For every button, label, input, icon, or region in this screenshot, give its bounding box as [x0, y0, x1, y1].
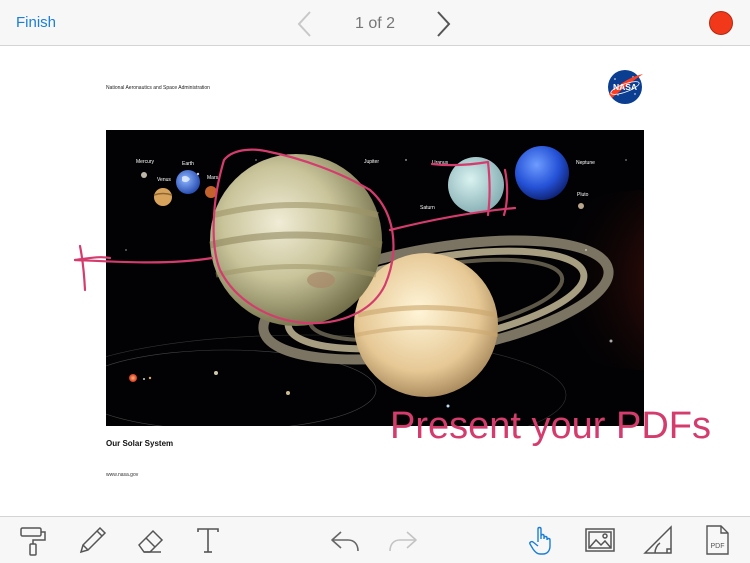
record-button[interactable]: [709, 11, 733, 35]
chevron-right-icon: [437, 11, 451, 37]
paint-roller-icon: [20, 527, 46, 556]
image-tool-button[interactable]: [583, 523, 617, 557]
nasa-logo-text: NASA: [613, 82, 637, 92]
pencil-icon: [79, 526, 107, 554]
undo-icon: [331, 531, 359, 552]
promo-text: Present your PDFs: [390, 405, 711, 447]
shape-icon: [643, 525, 672, 554]
label-mars: Mars: [207, 175, 219, 181]
text-tool-button[interactable]: [191, 523, 225, 557]
label-jupiter: Jupiter: [364, 159, 380, 165]
label-venus: Venus: [157, 177, 171, 183]
pointer-hand-icon: [529, 526, 551, 555]
nasa-logo: NASA: [608, 70, 643, 104]
figure-caption: Our Solar System: [106, 439, 174, 448]
bottom-toolbar: PDF: [0, 516, 750, 563]
agency-name: National Aeronautics and Space Administr…: [106, 85, 210, 91]
eraser-tool-button[interactable]: [133, 523, 167, 557]
shape-tool-button[interactable]: [641, 523, 675, 557]
label-earth: Earth: [182, 161, 194, 167]
next-page-button[interactable]: [433, 10, 455, 38]
page-indicator: 1 of 2: [354, 15, 396, 32]
pointer-tool-button[interactable]: [524, 523, 558, 557]
redo-button[interactable]: [386, 523, 420, 557]
label-uranus: Uranus: [432, 160, 449, 166]
text-icon: [197, 528, 219, 553]
eraser-icon: [138, 529, 164, 553]
website-text: www.nasa.gov: [106, 472, 139, 478]
pdf-icon-label: PDF: [711, 543, 725, 550]
undo-button[interactable]: [328, 523, 362, 557]
label-pluto: Pluto: [577, 192, 589, 198]
neptune-planet: [515, 146, 569, 200]
pencil-tool-button[interactable]: [75, 523, 109, 557]
redo-icon: [389, 531, 417, 552]
label-mercury: Mercury: [136, 159, 155, 165]
pdf-icon: PDF: [706, 525, 729, 555]
chevron-left-icon: [297, 11, 311, 37]
top-bar: Finish 1 of 2: [0, 0, 750, 46]
finish-button[interactable]: Finish: [16, 14, 56, 31]
label-saturn: Saturn: [420, 205, 435, 211]
export-pdf-button[interactable]: PDF: [700, 523, 734, 557]
previous-page-button[interactable]: [295, 10, 317, 38]
solar-system-image: Mercury Venus Earth Mars Jupiter Uranus …: [106, 130, 644, 426]
label-neptune: Neptune: [576, 160, 595, 166]
image-icon: [585, 528, 615, 552]
paint-roller-tool-button[interactable]: [16, 523, 50, 557]
uranus-planet: [448, 157, 504, 213]
